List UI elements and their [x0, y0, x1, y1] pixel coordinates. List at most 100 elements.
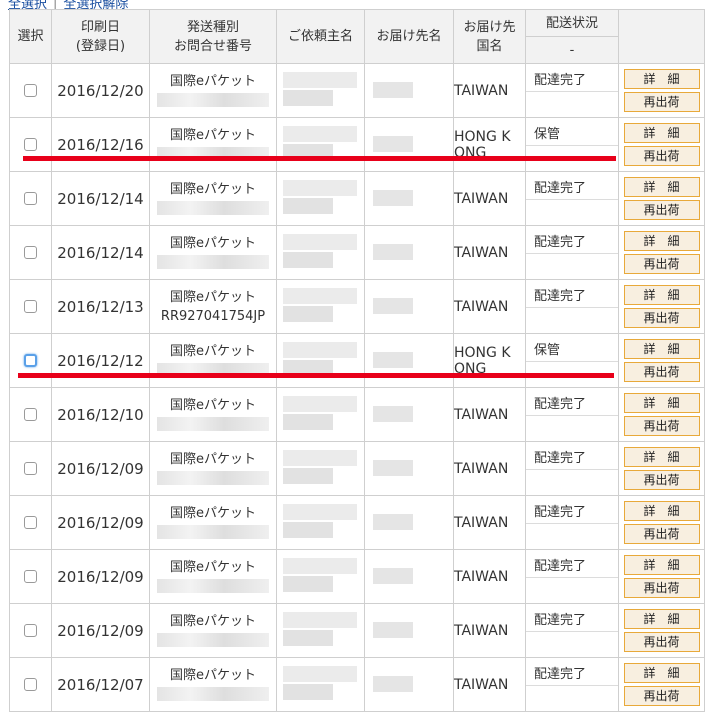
selection-links: 全選択 | 全選択解除: [8, 0, 128, 12]
status-cell: 保管: [525, 333, 619, 388]
detail-button[interactable]: 詳 細: [623, 501, 700, 521]
detail-button[interactable]: 詳 細: [623, 285, 700, 305]
tracking-number-redacted: [157, 579, 269, 593]
ship-type: 国際eパケット: [170, 343, 256, 359]
detail-button[interactable]: 詳 細: [623, 555, 700, 575]
reship-button[interactable]: 再出荷: [623, 470, 700, 490]
detail-button[interactable]: 詳 細: [623, 231, 700, 251]
detail-button[interactable]: 詳 細: [623, 447, 700, 467]
actions-cell: 詳 細再出荷: [618, 171, 705, 226]
reship-button[interactable]: 再出荷: [623, 362, 700, 382]
status-cell: 配達完了: [525, 387, 619, 442]
destination-country: TAIWAN: [453, 63, 526, 118]
delivery-status: 配達完了: [534, 667, 587, 682]
select-cell: [9, 63, 52, 118]
header-status-sub: -: [525, 36, 619, 64]
row-checkbox[interactable]: [24, 624, 37, 637]
row-checkbox[interactable]: [24, 300, 37, 313]
client-name-redacted: [276, 387, 365, 442]
ship-type: 国際eパケット: [170, 613, 256, 629]
header-client: ご依頼主名: [276, 9, 365, 64]
client-name-redacted: [276, 441, 365, 496]
print-date: 2016/12/09: [51, 441, 150, 496]
tracking-number-redacted: [157, 471, 269, 485]
client-name-redacted: [276, 603, 365, 658]
actions-cell: 詳 細再出荷: [618, 603, 705, 658]
delivery-status: 配達完了: [534, 397, 587, 412]
reship-button[interactable]: 再出荷: [623, 578, 700, 598]
recipient-name-redacted: [364, 603, 454, 658]
destination-country: TAIWAN: [453, 549, 526, 604]
ship-type: 国際eパケット: [170, 505, 256, 521]
reship-button[interactable]: 再出荷: [623, 200, 700, 220]
table-row: 2016/12/10 国際eパケット TAIWAN 配達完了 詳 細再出荷: [9, 387, 705, 442]
actions-cell: 詳 細再出荷: [618, 63, 705, 118]
header-row: 選択 印刷日 (登録日) 発送種別 お問合せ番号 ご依頼主名 お届け先名 お届け先国…: [9, 9, 705, 64]
reship-button[interactable]: 再出荷: [623, 146, 700, 166]
actions-cell: 詳 細再出荷: [618, 225, 705, 280]
status-cell: 配達完了: [525, 63, 619, 118]
row-checkbox[interactable]: [24, 84, 37, 97]
row-checkbox[interactable]: [24, 462, 37, 475]
select-cell: [9, 387, 52, 442]
destination-country: TAIWAN: [453, 657, 526, 712]
ship-type-cell: 国際eパケット: [149, 333, 277, 388]
row-checkbox[interactable]: [24, 516, 37, 529]
detail-button[interactable]: 詳 細: [623, 123, 700, 143]
table-row: 2016/12/14 国際eパケット TAIWAN 配達完了 詳 細再出荷: [9, 225, 705, 280]
header-status: 配送状況: [525, 9, 619, 37]
client-name-redacted: [276, 117, 365, 172]
row-checkbox[interactable]: [24, 246, 37, 259]
ship-type: 国際eパケット: [170, 73, 256, 89]
status-cell: 配達完了: [525, 603, 619, 658]
table-row: 2016/12/09 国際eパケット TAIWAN 配達完了 詳 細再出荷: [9, 441, 705, 496]
tracking-number-redacted: [157, 633, 269, 647]
detail-button[interactable]: 詳 細: [623, 393, 700, 413]
print-date: 2016/12/20: [51, 63, 150, 118]
select-cell: [9, 333, 52, 388]
print-date: 2016/12/09: [51, 495, 150, 550]
row-checkbox[interactable]: [24, 570, 37, 583]
detail-button[interactable]: 詳 細: [623, 69, 700, 89]
reship-button[interactable]: 再出荷: [623, 308, 700, 328]
client-name-redacted: [276, 549, 365, 604]
recipient-name-redacted: [364, 333, 454, 388]
detail-button[interactable]: 詳 細: [623, 609, 700, 629]
detail-button[interactable]: 詳 細: [623, 339, 700, 359]
row-checkbox[interactable]: [24, 192, 37, 205]
ship-type-cell: 国際eパケット: [149, 117, 277, 172]
reship-button[interactable]: 再出荷: [623, 524, 700, 544]
ship-type: 国際eパケット: [170, 181, 256, 197]
select-cell: [9, 117, 52, 172]
row-checkbox[interactable]: [24, 408, 37, 421]
reship-button[interactable]: 再出荷: [623, 686, 700, 706]
row-checkbox[interactable]: [24, 354, 37, 367]
client-name-redacted: [276, 657, 365, 712]
select-cell: [9, 225, 52, 280]
delivery-status: 配達完了: [534, 73, 587, 88]
reship-button[interactable]: 再出荷: [623, 416, 700, 436]
print-date: 2016/12/14: [51, 171, 150, 226]
table-row: 2016/12/07 国際eパケット TAIWAN 配達完了 詳 細再出荷: [9, 657, 705, 712]
row-checkbox[interactable]: [24, 138, 37, 151]
tracking-number-redacted: [157, 255, 269, 269]
detail-button[interactable]: 詳 細: [623, 663, 700, 683]
row-checkbox[interactable]: [24, 678, 37, 691]
client-name-redacted: [276, 279, 365, 334]
header-ship-type: 発送種別 お問合せ番号: [149, 9, 277, 64]
reship-button[interactable]: 再出荷: [623, 632, 700, 652]
destination-country: HONG K ONG: [453, 333, 526, 388]
ship-type: 国際eパケット: [170, 667, 256, 683]
actions-cell: 詳 細再出荷: [618, 657, 705, 712]
delivery-status: 保管: [534, 127, 561, 142]
print-date: 2016/12/13: [51, 279, 150, 334]
reship-button[interactable]: 再出荷: [623, 254, 700, 274]
actions-cell: 詳 細再出荷: [618, 333, 705, 388]
table-row: 2016/12/13 国際eパケット RR927041754JP TAIWAN 配達完了…: [9, 279, 705, 334]
status-cell: 配達完了: [525, 549, 619, 604]
detail-button[interactable]: 詳 細: [623, 177, 700, 197]
reship-button[interactable]: 再出荷: [623, 92, 700, 112]
actions-cell: 詳 細再出荷: [618, 495, 705, 550]
ship-type: 国際eパケット: [170, 397, 256, 413]
client-name-redacted: [276, 171, 365, 226]
